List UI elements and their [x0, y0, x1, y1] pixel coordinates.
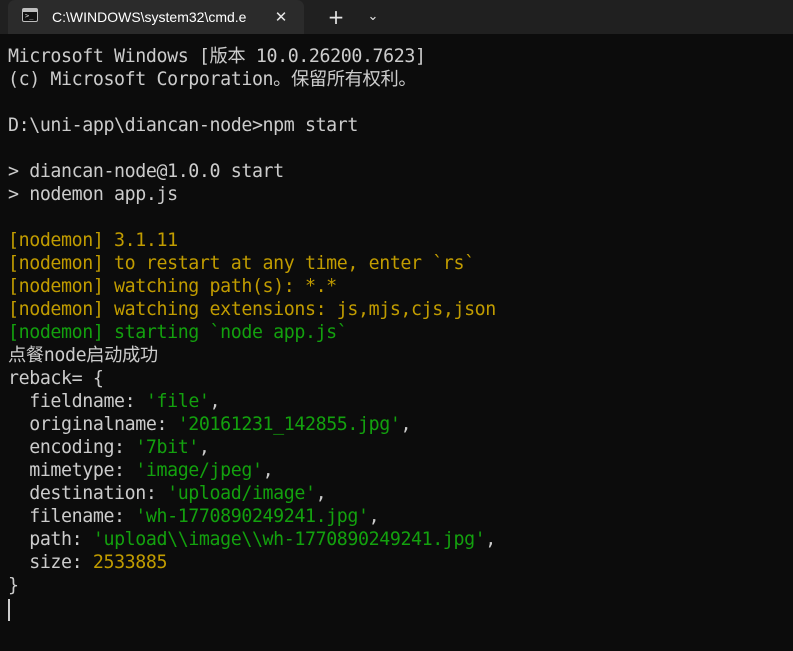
- object-key: size:: [8, 552, 93, 573]
- terminal-line: }: [8, 575, 19, 596]
- terminal-line: [nodemon] to restart at any time, enter …: [8, 253, 475, 274]
- terminal-line: size: 2533885: [8, 551, 788, 574]
- text-cursor: [8, 599, 10, 621]
- object-separator: ,: [198, 437, 210, 458]
- terminal-line: originalname: '20161231_142855.jpg',: [8, 413, 788, 436]
- terminal-line: [nodemon] watching extensions: js,mjs,cj…: [8, 299, 496, 320]
- terminal-line: fieldname: 'file',: [8, 390, 788, 413]
- terminal-line: > diancan-node@1.0.0 start: [8, 161, 284, 182]
- object-value: 'wh-1770890249241.jpg': [135, 506, 369, 527]
- terminal-line: reback= {: [8, 368, 104, 389]
- object-value: 'upload\\image\\wh-1770890249241.jpg': [92, 529, 486, 550]
- terminal-line: (c) Microsoft Corporation。保留所有权利。: [8, 69, 417, 90]
- object-separator: ,: [400, 414, 412, 435]
- object-value: 2533885: [92, 552, 168, 573]
- object-key: filename:: [8, 506, 136, 527]
- terminal-tab[interactable]: >_ C:\WINDOWS\system32\cmd.e ✕: [8, 0, 304, 34]
- object-value: 'file': [145, 391, 210, 412]
- object-key: mimetype:: [8, 460, 136, 481]
- object-separator: ,: [209, 391, 221, 412]
- object-separator: ,: [368, 506, 380, 527]
- terminal-line: Microsoft Windows [版本 10.0.26200.7623]: [8, 46, 426, 67]
- object-value: 'image/jpeg': [135, 460, 263, 481]
- tab-title: C:\WINDOWS\system32\cmd.e: [52, 9, 247, 25]
- object-value: '20161231_142855.jpg': [177, 414, 401, 435]
- object-key: path:: [8, 529, 93, 550]
- object-key: originalname:: [8, 414, 178, 435]
- terminal-line: 点餐node启动成功: [8, 345, 158, 366]
- cmd-icon: >_: [22, 8, 38, 22]
- terminal-line: [nodemon] 3.1.11: [8, 230, 178, 251]
- object-separator: ,: [485, 529, 496, 550]
- terminal-line: destination: 'upload/image',: [8, 482, 788, 505]
- object-key: fieldname:: [8, 391, 146, 412]
- object-key: destination:: [8, 483, 168, 504]
- object-separator: ,: [262, 460, 274, 481]
- terminal-line: > nodemon app.js: [8, 184, 178, 205]
- terminal-output[interactable]: Microsoft Windows [版本 10.0.26200.7623] (c…: [8, 45, 788, 645]
- new-tab-button[interactable]: +: [322, 4, 350, 30]
- chevron-down-icon[interactable]: ⌄: [360, 4, 386, 30]
- terminal-line: [nodemon] starting `node app.js`: [8, 322, 348, 343]
- title-bar: >_ C:\WINDOWS\system32\cmd.e ✕ + ⌄: [0, 0, 793, 34]
- close-tab-icon[interactable]: ✕: [270, 6, 292, 28]
- terminal-line: path: 'upload\\image\\wh-1770890249241.j…: [8, 528, 788, 551]
- terminal-line: [nodemon] watching path(s): *.*: [8, 276, 337, 297]
- terminal-line: filename: 'wh-1770890249241.jpg',: [8, 505, 788, 528]
- terminal-line: mimetype: 'image/jpeg',: [8, 459, 788, 482]
- object-separator: ,: [315, 483, 327, 504]
- object-value: 'upload/image': [167, 483, 316, 504]
- terminal-line: D:\uni-app\diancan-node>npm start: [8, 115, 359, 136]
- object-value: '7bit': [135, 437, 199, 458]
- terminal-line: encoding: '7bit',: [8, 436, 788, 459]
- object-key: encoding:: [8, 437, 136, 458]
